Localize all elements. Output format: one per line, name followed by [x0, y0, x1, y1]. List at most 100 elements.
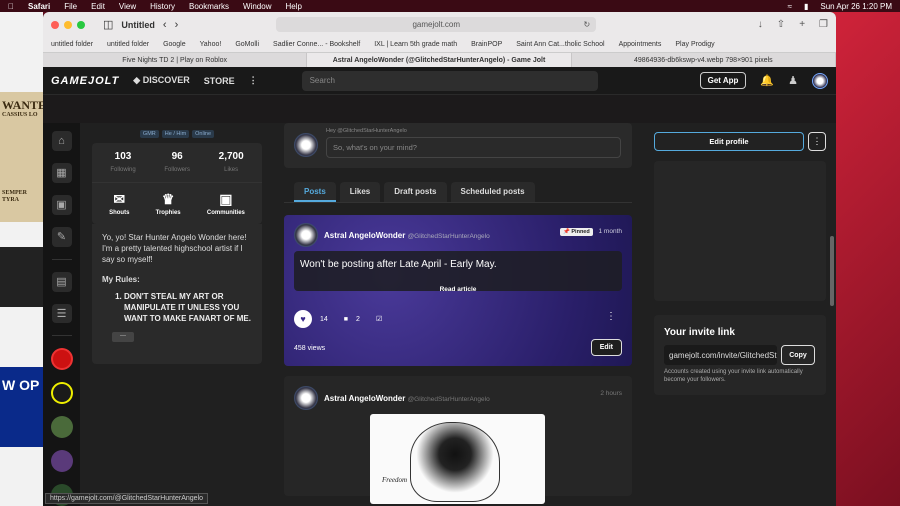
- bookmark-item[interactable]: BrainPOP: [471, 41, 502, 48]
- link-shouts[interactable]: ✉ Shouts: [109, 191, 129, 216]
- menu-view[interactable]: View: [119, 2, 136, 11]
- invite-link-field[interactable]: gamejolt.com/invite/GlitchedStarHunterAn…: [664, 345, 777, 365]
- clock[interactable]: Sun Apr 26 1:20 PM: [820, 2, 892, 11]
- bookmark-item[interactable]: untitled folder: [107, 41, 149, 48]
- library-icon[interactable]: ☰: [51, 303, 72, 324]
- edit-post-button[interactable]: Edit: [590, 339, 622, 356]
- tab-posts[interactable]: Posts: [294, 182, 336, 202]
- search-input[interactable]: Search: [301, 70, 598, 91]
- menu-window[interactable]: Window: [243, 2, 271, 11]
- community-avatar[interactable]: [50, 348, 73, 371]
- bookmark-item[interactable]: Play Prodigy: [675, 41, 714, 48]
- forward-icon[interactable]: ›: [175, 19, 179, 31]
- profile-menu-icon[interactable]: ⋮: [808, 132, 826, 151]
- bookmark-item[interactable]: Sadlier Conne... - Bookshelf: [273, 41, 360, 48]
- pinned-post[interactable]: Astral AngeloWonder @GlitchedStarHunterA…: [284, 215, 632, 366]
- bookmark-item[interactable]: Yahoo!: [200, 41, 222, 48]
- menu-history[interactable]: History: [150, 2, 175, 11]
- home-icon[interactable]: ⌂: [51, 131, 72, 151]
- post-image[interactable]: Freedom: [370, 414, 545, 504]
- bg-wop-image: W OP: [0, 367, 43, 447]
- more-icon[interactable]: ⋮: [249, 75, 258, 86]
- share-icon[interactable]: ⇧: [777, 19, 785, 30]
- link-label: Trophies: [155, 210, 181, 216]
- bookmark-item[interactable]: untitled folder: [51, 41, 93, 48]
- bookmark-item[interactable]: IXL | Learn 5th grade math: [374, 41, 457, 48]
- stat-following[interactable]: 103 Following: [110, 151, 135, 174]
- sticker-icon[interactable]: ☑: [376, 315, 382, 323]
- user-avatar[interactable]: [812, 72, 828, 89]
- bookmark-item[interactable]: Google: [163, 41, 186, 48]
- poster-title: WANTE: [2, 98, 43, 112]
- tab-overview-icon[interactable]: ❐: [819, 19, 828, 30]
- activity-icon[interactable]: ✎: [51, 226, 72, 247]
- download-icon[interactable]: ↓: [758, 19, 763, 30]
- apple-icon[interactable]: : [8, 2, 14, 11]
- minimize-button[interactable]: [64, 20, 72, 29]
- composer-input[interactable]: So, what's on your mind?: [326, 137, 621, 158]
- bookmark-item[interactable]: GoMolli: [235, 41, 259, 48]
- browser-tab[interactable]: 49864936-db6kswp-v4.webp 798×901 pixels: [572, 53, 836, 67]
- browser-tab-active[interactable]: Astral AngeloWonder (@GlitchedStarHunter…: [307, 53, 572, 67]
- community-avatar[interactable]: [50, 382, 73, 405]
- scrollbar[interactable]: [830, 236, 834, 306]
- back-icon[interactable]: ‹: [163, 19, 167, 31]
- browser-tab[interactable]: Five Nights TD 2 | Play on Roblox: [43, 53, 308, 67]
- edit-profile-button[interactable]: Edit profile: [654, 132, 804, 151]
- battery-icon[interactable]: ▮: [804, 2, 808, 11]
- menu-edit[interactable]: Edit: [91, 2, 105, 11]
- read-article-link[interactable]: Read article: [294, 286, 622, 293]
- zoom-button[interactable]: [77, 20, 85, 29]
- rule-item: DON'T STEAL MY ART OR MANIPULATE IT UNLE…: [124, 291, 252, 325]
- backpack-icon[interactable]: ▣: [51, 194, 72, 215]
- menu-file[interactable]: File: [64, 2, 77, 11]
- post-author[interactable]: Astral AngeloWonder @GlitchedStarHunterA…: [324, 231, 490, 240]
- wifi-icon[interactable]: ≈: [788, 2, 792, 11]
- bookmark-item[interactable]: Appointments: [619, 41, 662, 48]
- bg-screenshot: [0, 247, 43, 307]
- post-text: Won't be posting after Late April - Earl…: [300, 259, 497, 270]
- trophy-icon: ♛: [161, 191, 175, 207]
- tab-likes[interactable]: Likes: [339, 182, 381, 202]
- link-communities[interactable]: ▣ Communities: [207, 191, 245, 216]
- rules-list: DON'T STEAL MY ART OR MANIPULATE IT UNLE…: [102, 291, 252, 325]
- sidebar-toggle-icon[interactable]: ◫: [103, 18, 113, 31]
- stat-likes[interactable]: 2,700 Likes: [219, 151, 244, 174]
- menubar-app[interactable]: Safari: [28, 2, 50, 11]
- post[interactable]: Astral AngeloWonder @GlitchedStarHunterA…: [284, 376, 632, 504]
- post-avatar[interactable]: [294, 223, 318, 247]
- menu-help[interactable]: Help: [285, 2, 301, 11]
- tab-drafts[interactable]: Draft posts: [384, 182, 447, 202]
- wanted-poster: WANTE CASSIUS LO SEMPER TYRA: [0, 92, 43, 222]
- show-more-button[interactable]: —: [112, 332, 134, 343]
- post-menu-icon[interactable]: ⋮: [606, 311, 616, 322]
- heart-icon[interactable]: ♥: [294, 310, 312, 328]
- friends-icon[interactable]: ♟: [788, 74, 798, 87]
- background-window: WANTE CASSIUS LO SEMPER TYRA W OP: [0, 12, 43, 506]
- menu-bookmarks[interactable]: Bookmarks: [189, 2, 229, 11]
- post-avatar[interactable]: [294, 386, 318, 410]
- comment-icon[interactable]: ■: [344, 316, 348, 323]
- pinned-badge: 📌 Pinned: [560, 228, 593, 236]
- close-button[interactable]: [51, 20, 59, 29]
- stat-followers[interactable]: 96 Followers: [164, 151, 190, 174]
- community-avatar[interactable]: [50, 416, 73, 439]
- tab-group-title[interactable]: Untitled: [121, 20, 155, 30]
- link-trophies[interactable]: ♛ Trophies: [156, 191, 181, 216]
- nav-store[interactable]: STORE: [204, 76, 235, 86]
- chat-icon[interactable]: ▤: [51, 271, 72, 292]
- post-author[interactable]: Astral AngeloWonder @GlitchedStarHunterA…: [324, 394, 490, 403]
- store-icon[interactable]: ▦: [51, 162, 72, 183]
- profile-card: 103 Following 96 Followers 2,700 Likes ✉ Sho…: [92, 143, 262, 224]
- tab-scheduled[interactable]: Scheduled posts: [450, 182, 535, 202]
- community-avatar[interactable]: [50, 450, 73, 473]
- copy-button[interactable]: Copy: [781, 345, 815, 365]
- address-bar[interactable]: gamejolt.com ↻: [276, 17, 597, 32]
- nav-discover[interactable]: ◆ DISCOVER: [133, 75, 189, 86]
- reload-icon[interactable]: ↻: [584, 20, 591, 29]
- get-app-button[interactable]: Get App: [699, 72, 747, 89]
- gamejolt-logo[interactable]: GAMEJOLT: [51, 75, 119, 87]
- new-tab-icon[interactable]: +: [799, 19, 805, 30]
- notifications-icon[interactable]: 🔔: [760, 74, 774, 87]
- bookmark-item[interactable]: Saint Ann Cat...tholic School: [516, 41, 604, 48]
